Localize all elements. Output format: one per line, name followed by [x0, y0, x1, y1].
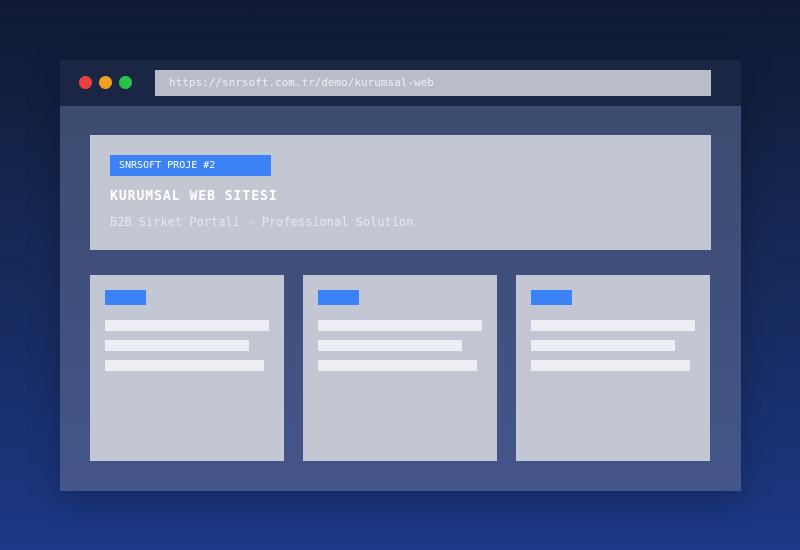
minimize-window-button[interactable]	[99, 76, 112, 89]
card-text-placeholder	[531, 320, 695, 331]
card-text-placeholder	[318, 320, 482, 331]
page-subtitle: B2B Sirket Portali - Professional Soluti…	[110, 215, 414, 229]
card-tag-placeholder	[531, 290, 572, 305]
card-text-placeholder	[318, 360, 477, 371]
content-card	[516, 275, 710, 461]
project-badge: SNRSOFT PROJE #2	[110, 155, 271, 176]
address-bar[interactable]: https://snrsoft.com.tr/demo/kurumsal-web	[155, 70, 711, 96]
card-tag-placeholder	[105, 290, 146, 305]
page-title: KURUMSAL WEB SITESI	[110, 189, 278, 204]
card-text-placeholder	[531, 340, 675, 351]
card-tag-placeholder	[318, 290, 359, 305]
browser-window: https://snrsoft.com.tr/demo/kurumsal-web…	[60, 60, 741, 491]
card-text-placeholder	[105, 360, 264, 371]
close-window-button[interactable]	[79, 76, 92, 89]
card-text-placeholder	[105, 320, 269, 331]
content-card	[90, 275, 284, 461]
card-text-placeholder	[105, 340, 249, 351]
content-card	[303, 275, 497, 461]
card-text-placeholder	[531, 360, 690, 371]
hero-section: SNRSOFT PROJE #2 KURUMSAL WEB SITESI B2B…	[90, 135, 711, 250]
card-text-placeholder	[318, 340, 462, 351]
maximize-window-button[interactable]	[119, 76, 132, 89]
browser-titlebar: https://snrsoft.com.tr/demo/kurumsal-web	[60, 60, 741, 106]
